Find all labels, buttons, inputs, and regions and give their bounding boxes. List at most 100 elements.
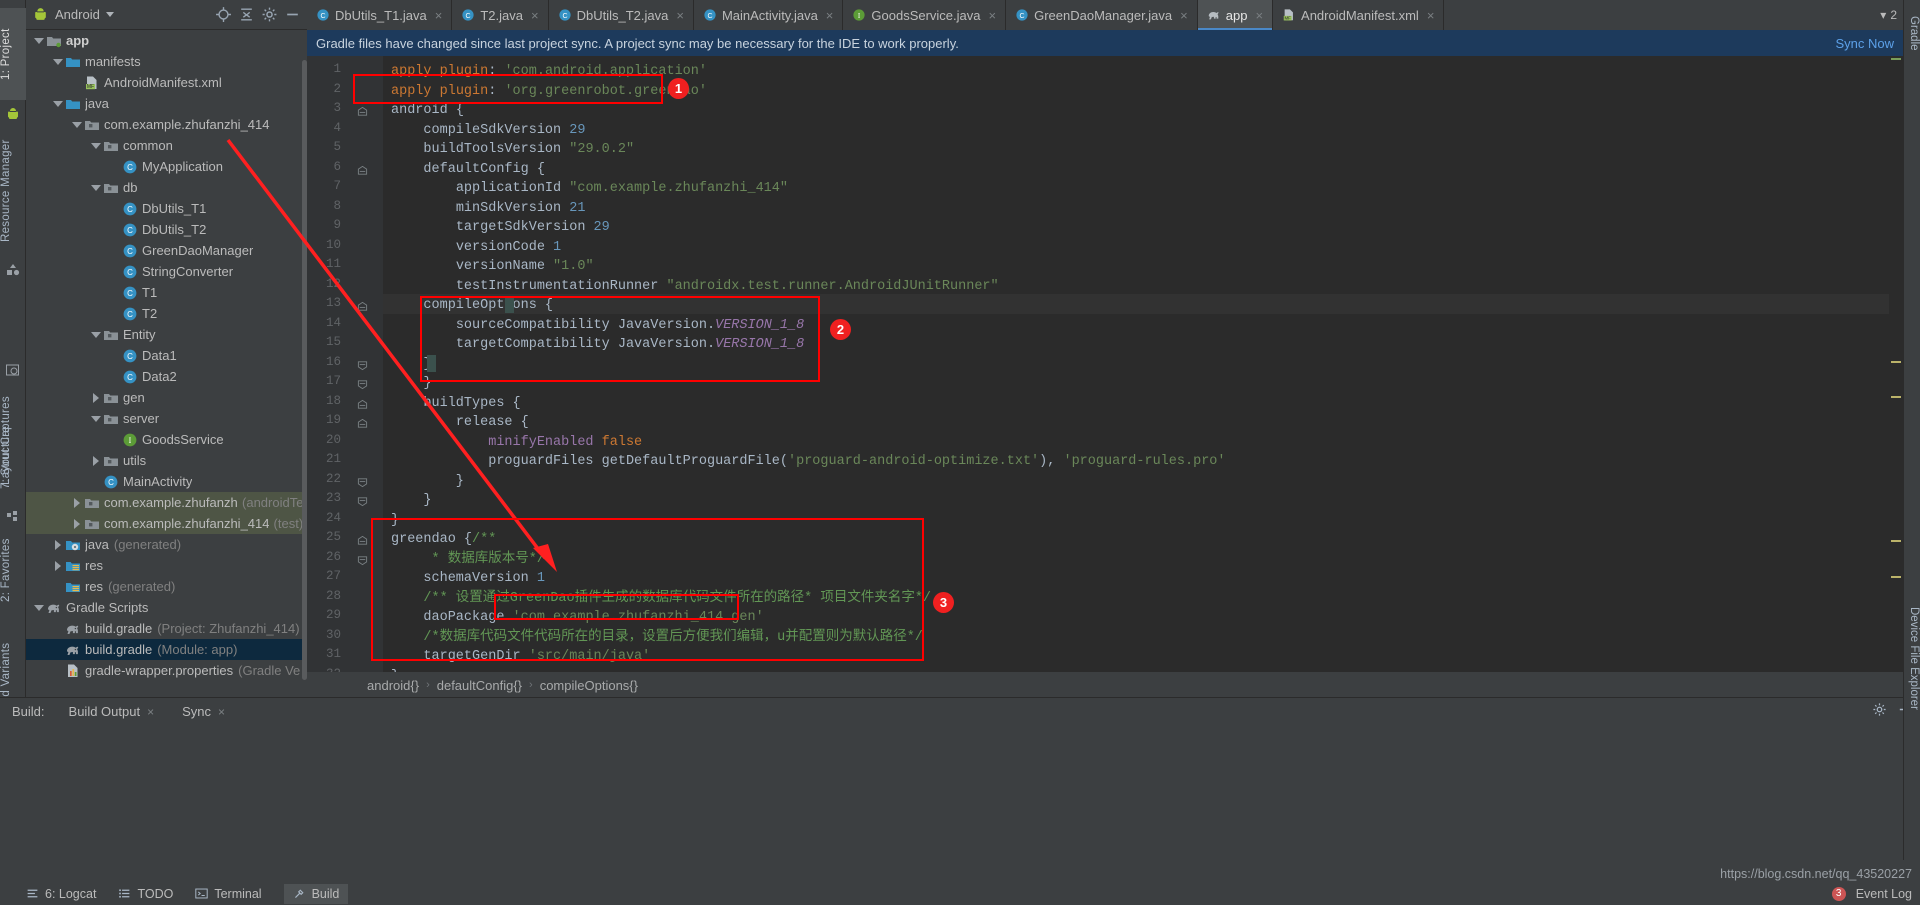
close-icon[interactable]: × (218, 705, 225, 719)
code-line[interactable]: release { (391, 413, 529, 433)
code-fold-marker[interactable] (357, 104, 368, 116)
code-line[interactable]: } (391, 355, 431, 375)
code-line[interactable]: minSdkVersion 21 (391, 199, 586, 219)
editor-tab-androidmanifest-xml[interactable]: MF AndroidManifest.xml × (1273, 0, 1445, 30)
editor-error-stripe[interactable] (1889, 56, 1903, 672)
code-line[interactable]: apply plugin: 'org.greenrobot.greendao' (391, 82, 707, 102)
tree-row[interactable]: java (generated) (26, 534, 307, 555)
tree-row[interactable]: C StringConverter (26, 261, 307, 282)
code-line[interactable]: * 数据库版本号*/ (391, 550, 545, 570)
code-line[interactable]: /** 设置通过GreenDao插件生成的数据库代码文件所在的路径* 项目文件夹… (391, 589, 931, 609)
tree-row[interactable]: Gradle Scripts (26, 597, 307, 618)
tab-overflow-count[interactable]: 2 (1890, 8, 1897, 22)
code-line[interactable]: buildToolsVersion "29.0.2" (391, 140, 634, 160)
code-fold-marker[interactable] (357, 377, 368, 390)
status-build[interactable]: Build (283, 883, 349, 904)
tool-button-resource-manager[interactable]: Resource Manager (0, 128, 26, 254)
editor-tab-dbutils-t2-java[interactable]: C DbUtils_T2.java × (549, 0, 694, 30)
tree-row[interactable]: res (26, 555, 307, 576)
event-log-label[interactable]: Event Log (1856, 887, 1912, 901)
code-line[interactable]: daoPackage 'com.example.zhufanzhi_414.ge… (391, 608, 763, 628)
tree-row[interactable]: I GoodsService (26, 429, 307, 450)
tree-row[interactable]: C GreenDaoManager (26, 240, 307, 261)
hide-panel-icon[interactable] (284, 6, 301, 23)
gear-icon[interactable] (261, 6, 278, 23)
chevron-down-icon[interactable] (70, 118, 83, 131)
tree-row[interactable]: Entity (26, 324, 307, 345)
tree-row[interactable]: C MyApplication (26, 156, 307, 177)
tree-row[interactable]: java (26, 93, 307, 114)
tree-row[interactable]: app (26, 30, 307, 51)
status-terminal[interactable]: Terminal (195, 887, 262, 901)
code-line[interactable]: schemaVersion 1 (391, 569, 545, 589)
editor-tab-goodsservice-java[interactable]: I GoodsService.java × (843, 0, 1007, 30)
chevron-right-icon[interactable] (70, 496, 83, 509)
close-icon[interactable]: × (147, 705, 154, 719)
tree-row[interactable]: build.gradle (Project: Zhufanzhi_414) (26, 618, 307, 639)
code-line[interactable]: targetGenDir 'src/main/java' (391, 647, 650, 667)
chevron-right-icon[interactable] (70, 517, 83, 530)
code-line[interactable]: sourceCompatibility JavaVersion.VERSION_… (391, 316, 804, 336)
tree-row[interactable]: C DbUtils_T2 (26, 219, 307, 240)
editor-tab-t2-java[interactable]: C T2.java × (452, 0, 549, 30)
locate-icon[interactable] (215, 6, 232, 23)
tool-button-gradle[interactable]: Gradle (1903, 6, 1920, 60)
chevron-down-icon[interactable] (51, 55, 64, 68)
code-fold-marker[interactable] (357, 553, 368, 565)
code-line[interactable]: } (391, 374, 431, 394)
editor-gutter[interactable]: 1 2 3 4 5 6 7 8 9 10 11 12 13 14 15 16 17 18 19 20 21 22 23 24 2… (307, 56, 383, 682)
code-line[interactable]: testInstrumentationRunner "androidx.test… (391, 277, 999, 297)
tool-button-device-file-explorer[interactable]: Device File Explorer (1903, 588, 1920, 728)
tree-row[interactable]: C T2 (26, 303, 307, 324)
code-line[interactable]: applicationId "com.example.zhufanzhi_414… (391, 179, 788, 199)
gear-icon[interactable] (1872, 702, 1887, 717)
chevron-right-icon[interactable] (89, 391, 102, 404)
close-icon[interactable]: × (435, 8, 443, 23)
tree-row[interactable]: utils (26, 450, 307, 471)
code-line[interactable]: } (391, 472, 464, 492)
code-editor[interactable]: 1 2 3 4 5 6 7 8 9 10 11 12 13 14 15 16 17 18 19 20 21 22 23 24 2… (307, 56, 1903, 682)
breadcrumb[interactable]: android{} › defaultConfig{} › compileOpt… (307, 672, 1903, 698)
editor-tab-greendaomanager-java[interactable]: C GreenDaoManager.java × (1006, 0, 1198, 30)
chevron-down-icon[interactable] (105, 12, 114, 17)
code-fold-marker[interactable] (357, 397, 368, 409)
breadcrumb-item-0[interactable]: android{} (367, 678, 419, 693)
close-icon[interactable]: × (1180, 8, 1188, 23)
tree-row[interactable]: gen (26, 387, 307, 408)
chevron-down-icon[interactable] (51, 97, 64, 110)
tree-row[interactable]: com.example.zhufanzhi_414 (26, 114, 307, 135)
tree-row[interactable]: build.gradle (Module: app) (26, 639, 307, 660)
breadcrumb-item-1[interactable]: defaultConfig{} (437, 678, 522, 693)
code-fold-marker[interactable] (357, 494, 368, 507)
collapse-all-icon[interactable] (238, 6, 255, 23)
editor-tab-dbutils-t1-java[interactable]: C DbUtils_T1.java × (307, 0, 453, 30)
chevron-down-icon[interactable] (32, 601, 45, 614)
editor-tab-app[interactable]: app × (1197, 0, 1274, 30)
tree-row[interactable]: C Data2 (26, 366, 307, 387)
code-line[interactable]: targetSdkVersion 29 (391, 218, 610, 238)
editor-tab-mainactivity-java[interactable]: C MainActivity.java × (694, 0, 844, 30)
code-line[interactable]: versionCode 1 (391, 238, 561, 258)
status-logcat[interactable]: 6: Logcat (26, 887, 96, 901)
tree-row[interactable]: C Data1 (26, 345, 307, 366)
code-fold-marker[interactable] (357, 358, 368, 370)
close-icon[interactable]: × (1427, 8, 1435, 23)
breadcrumb-item-2[interactable]: compileOptions{} (540, 678, 638, 693)
code-line[interactable]: proguardFiles getDefaultProguardFile('pr… (391, 452, 1225, 472)
code-line[interactable]: android { (391, 101, 464, 121)
code-line[interactable]: compileOptions { (391, 296, 553, 316)
code-fold-marker[interactable] (357, 533, 368, 545)
code-line[interactable]: minifyEnabled false (391, 433, 642, 453)
code-line[interactable]: /*数据库代码文件代码所在的目录，设置后方便我们编辑，u并配置则为默认路径*/ (391, 628, 923, 648)
code-fold-marker[interactable] (357, 475, 368, 487)
code-line[interactable]: buildTypes { (391, 394, 520, 414)
tool-button-project[interactable]: 1: Project (0, 8, 26, 100)
tree-row[interactable]: com.example.zhufanzhi_414 (test) (26, 513, 307, 534)
tree-row[interactable]: C DbUtils_T1 (26, 198, 307, 219)
chevron-right-icon[interactable] (89, 454, 102, 467)
tab-overflow-chevron[interactable]: ▾ (1880, 8, 1886, 22)
tree-row[interactable]: C T1 (26, 282, 307, 303)
close-icon[interactable]: × (676, 8, 684, 23)
build-tab-sync[interactable]: Sync × (168, 698, 239, 725)
status-todo[interactable]: TODO (118, 887, 173, 901)
